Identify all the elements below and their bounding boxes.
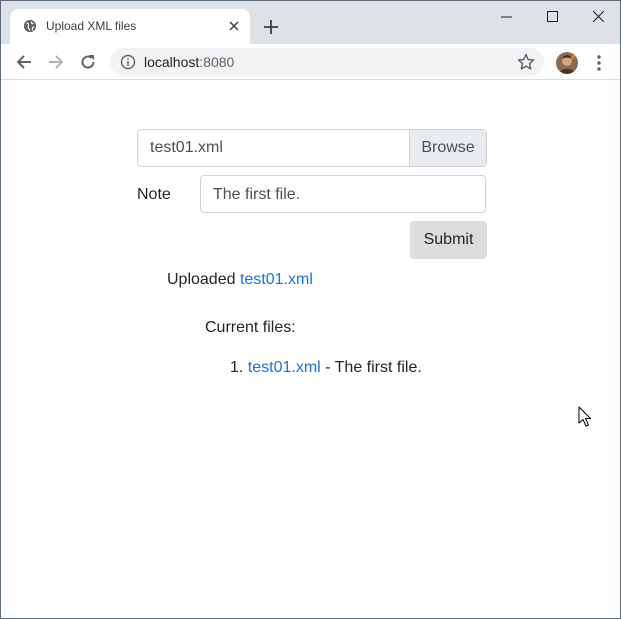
new-tab-icon[interactable] (260, 16, 282, 38)
address-bar[interactable]: localhost:8080 (110, 48, 544, 76)
submit-button[interactable]: Submit (410, 221, 487, 259)
url-port: :8080 (199, 54, 235, 70)
globe-icon (23, 19, 37, 33)
url-text: localhost:8080 (144, 54, 234, 70)
file-input[interactable]: test01.xml Browse (137, 129, 487, 167)
close-tab-icon[interactable] (225, 17, 243, 35)
minimize-icon[interactable] (483, 1, 529, 31)
file-name: test01.xml (150, 139, 223, 156)
browser-window: Upload XML files localhost:8080 test01.x… (0, 0, 621, 619)
maximize-icon[interactable] (529, 1, 575, 31)
bookmark-star-icon[interactable] (517, 53, 535, 71)
url-host: localhost (144, 54, 200, 70)
note-input[interactable]: The first file. (200, 175, 486, 213)
forward-arrow-icon[interactable] (44, 50, 68, 74)
list-item-number: 1. (230, 359, 244, 376)
close-window-icon[interactable] (575, 1, 620, 31)
mouse-cursor-icon (578, 406, 591, 427)
profile-avatar[interactable] (556, 52, 578, 74)
info-icon[interactable] (120, 54, 136, 70)
browse-button[interactable]: Browse (409, 130, 486, 166)
browser-tab[interactable]: Upload XML files (10, 9, 250, 44)
file-link[interactable]: test01.xml (248, 359, 321, 376)
back-arrow-icon[interactable] (12, 50, 36, 74)
list-item-separator: - (320, 359, 335, 376)
current-files-heading: Current files: (205, 319, 296, 336)
browser-toolbar: localhost:8080 (1, 44, 620, 80)
tab-title: Upload XML files (46, 19, 137, 33)
reload-icon[interactable] (76, 50, 100, 74)
tab-strip: Upload XML files (1, 1, 620, 44)
note-value: The first file. (213, 186, 301, 203)
file-note: The first file. (334, 359, 422, 376)
page-content: test01.xml Browse Note The first file. S… (1, 81, 620, 618)
kebab-menu-icon[interactable] (590, 52, 608, 74)
note-label: Note (137, 186, 171, 203)
list-item: 1. test01.xml - The first file. (230, 359, 422, 377)
upload-status: Uploaded test01.xml (167, 271, 313, 289)
uploaded-file-link[interactable]: test01.xml (240, 271, 313, 288)
upload-status-prefix: Uploaded (167, 271, 240, 288)
